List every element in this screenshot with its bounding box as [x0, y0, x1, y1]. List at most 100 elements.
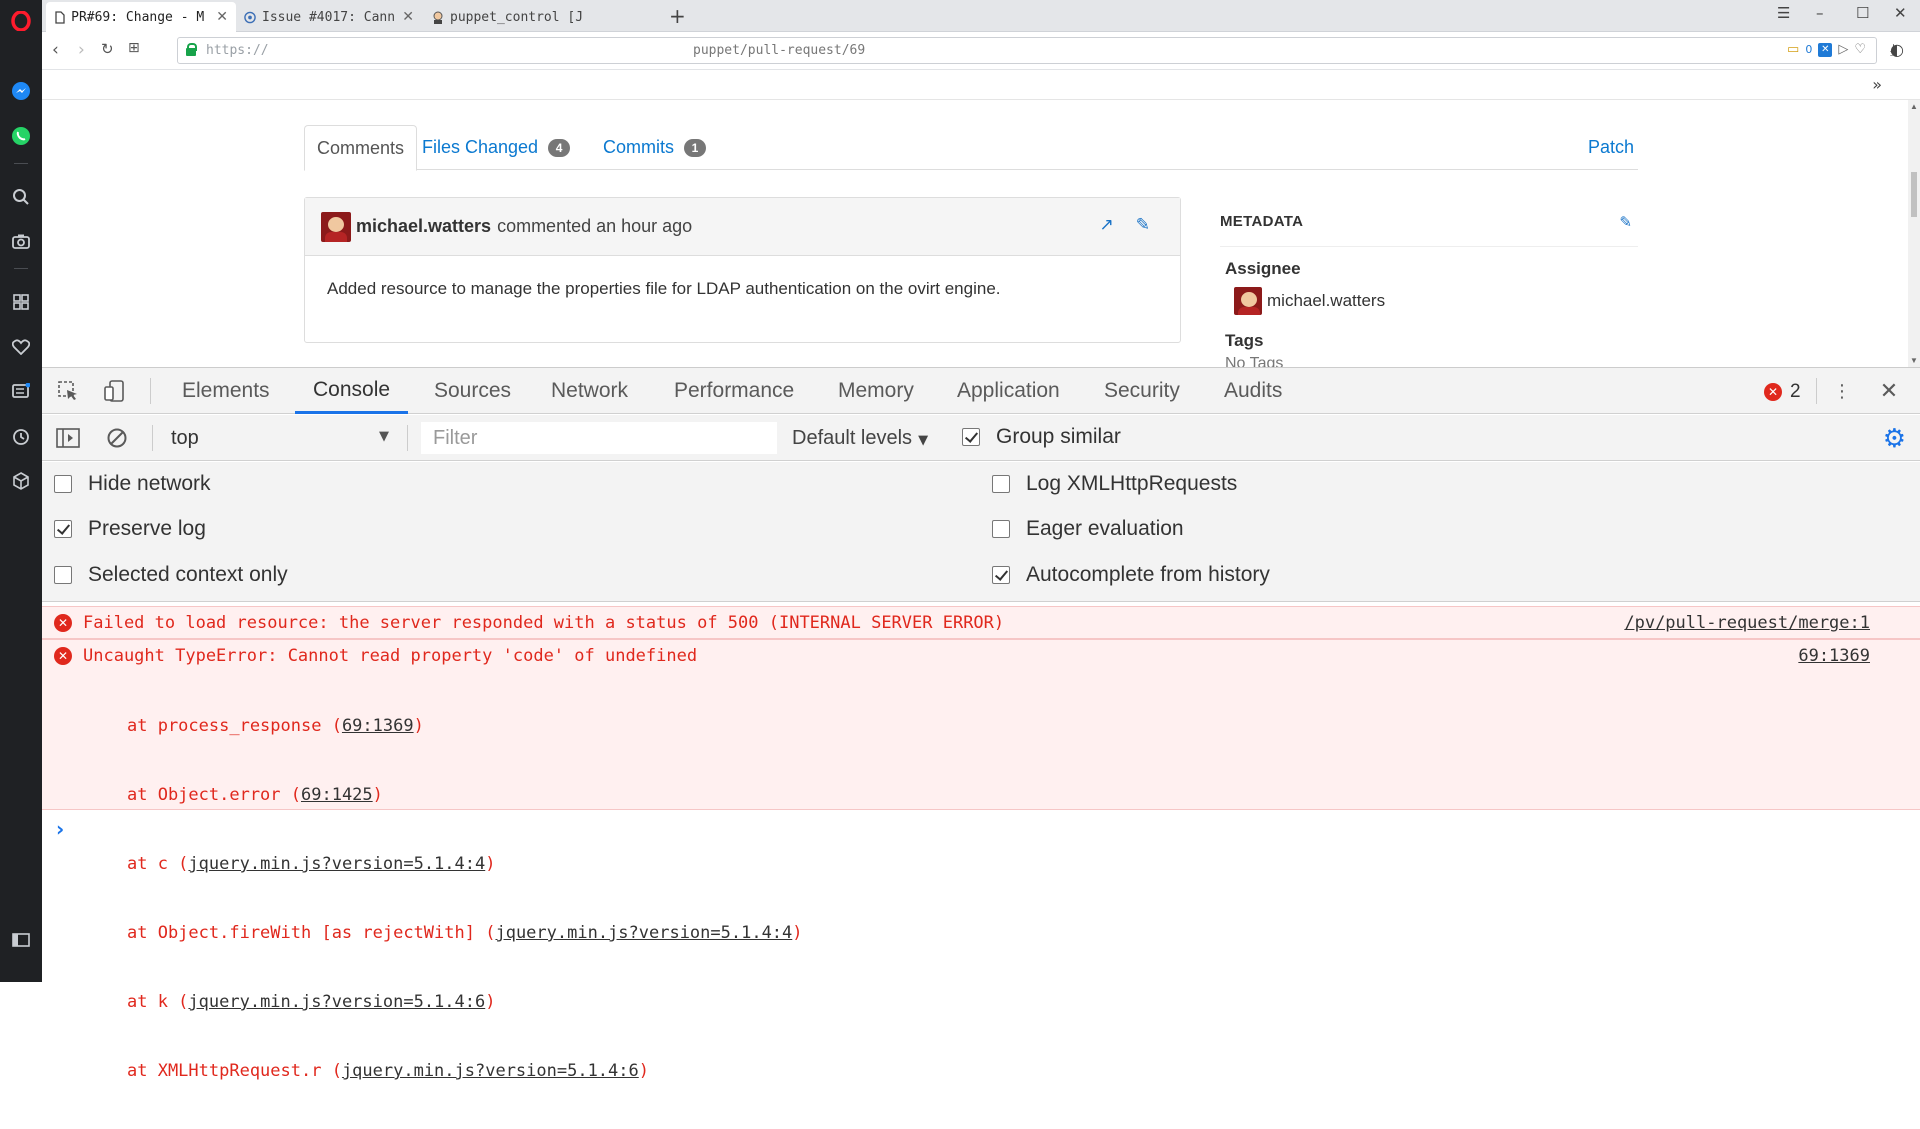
selected-context-only-option[interactable]: Selected context only [54, 563, 288, 587]
web-page: » Comments Files Changed 4 Commits 1 Pat… [42, 70, 1920, 367]
stack-frame-link[interactable]: jquery.min.js?version=5.1.4:4 [495, 923, 792, 943]
send-icon[interactable]: ▷ [1838, 42, 1848, 57]
inspect-element-icon[interactable] [56, 379, 80, 403]
group-similar-checkbox[interactable] [962, 428, 980, 446]
group-similar-label: Group similar [996, 425, 1121, 448]
assignee-name[interactable]: michael.watters [1267, 291, 1385, 311]
tab-commits[interactable]: Commits 1 [591, 125, 718, 170]
close-tab-icon[interactable]: ✕ [402, 9, 414, 25]
stack-frame-link[interactable]: 69:1369 [342, 716, 414, 736]
log-levels-dropdown[interactable]: Default levels ▼ [792, 427, 928, 450]
extensions-cube-icon[interactable] [9, 469, 33, 493]
devtools-tab-network[interactable]: Network [533, 368, 646, 414]
more-options-icon[interactable]: ⋮ [1830, 379, 1854, 403]
filter-input[interactable] [421, 422, 777, 454]
share-icon[interactable]: ↗ [1100, 215, 1114, 235]
clear-console-icon[interactable] [105, 426, 129, 450]
error-count: 2 [1790, 381, 1801, 402]
devtools-tab-audits[interactable]: Audits [1206, 368, 1300, 414]
autocomplete-history-option[interactable]: Autocomplete from history [992, 563, 1270, 587]
tab-comments[interactable]: Comments [304, 125, 418, 171]
sidebar-toggle-icon[interactable] [56, 426, 80, 450]
patch-link[interactable]: Patch [1588, 137, 1638, 158]
new-tab-button[interactable]: + [669, 4, 686, 28]
autocomplete-history-checkbox[interactable] [992, 566, 1010, 584]
close-devtools-icon[interactable]: ✕ [1877, 379, 1901, 404]
group-similar-option[interactable]: Group similar [962, 425, 1121, 449]
bookmark-heart-icon[interactable]: ♡ [1854, 42, 1866, 57]
heart-icon[interactable] [9, 335, 33, 359]
eager-evaluation-checkbox[interactable] [992, 520, 1010, 538]
log-xhr-option[interactable]: Log XMLHttpRequests [992, 472, 1237, 496]
sidebar-divider [14, 268, 28, 269]
error-source-link[interactable]: 69:1369 [1798, 646, 1870, 666]
browser-tab-pr69[interactable]: PR#69: Change - M ✕ [46, 2, 236, 32]
camera-icon[interactable] [9, 229, 33, 253]
search-icon[interactable] [9, 185, 33, 209]
context-selector[interactable]: top ▼ [163, 423, 395, 453]
chat-bubble-icon[interactable]: ▭ [1787, 42, 1799, 57]
stack-frame-link[interactable]: jquery.min.js?version=5.1.4:6 [342, 1061, 639, 1081]
document-icon [54, 10, 65, 24]
error-count-badge[interactable]: ✕ 2 [1764, 381, 1801, 403]
scroll-down-icon[interactable]: ▼ [1910, 356, 1918, 365]
close-window-icon[interactable]: ✕ [1894, 4, 1907, 22]
devtools-tab-application[interactable]: Application [939, 368, 1078, 414]
history-icon[interactable] [9, 425, 33, 449]
eager-evaluation-option[interactable]: Eager evaluation [992, 517, 1184, 541]
avatar[interactable] [321, 211, 351, 242]
devtools-tab-memory[interactable]: Memory [820, 368, 932, 414]
scroll-up-icon[interactable]: ▲ [1910, 102, 1918, 111]
devtools-tab-elements[interactable]: Elements [164, 368, 288, 414]
sidebar-toggle-icon[interactable] [9, 928, 33, 952]
tab-files-changed[interactable]: Files Changed 4 [410, 125, 582, 170]
files-count-badge: 4 [548, 138, 571, 157]
minimize-icon[interactable]: – [1816, 4, 1824, 22]
devtools-tab-security[interactable]: Security [1086, 368, 1198, 414]
console-prompt-icon[interactable]: › [56, 817, 64, 841]
forward-arrow-icon[interactable]: › [78, 40, 85, 60]
close-tab-icon[interactable]: ✕ [216, 9, 228, 25]
stack-frame-link[interactable]: jquery.min.js?version=5.1.4:4 [188, 854, 485, 874]
tab-menu-icon[interactable]: ☰ [1777, 4, 1790, 22]
device-toolbar-icon[interactable] [102, 379, 126, 403]
devtools-tab-sources[interactable]: Sources [416, 368, 529, 414]
browser-tab-puppet-control[interactable]: puppet_control [J [424, 2, 614, 32]
hide-network-checkbox[interactable] [54, 475, 72, 493]
stack-frame: at XMLHttpRequest.r (jquery.min.js?versi… [127, 1061, 649, 1081]
opera-logo-icon[interactable] [9, 9, 33, 33]
download-icon[interactable]: ⤓ [1890, 40, 1897, 60]
tags-value: No Tags [1225, 355, 1284, 367]
console-error-message: ✕ Uncaught TypeError: Cannot read proper… [42, 639, 1920, 1081]
reload-icon[interactable]: ↻ [101, 40, 114, 58]
whatsapp-icon[interactable] [9, 124, 33, 148]
browser-tab-issue[interactable]: Issue #4017: Cann ✕ [236, 2, 422, 32]
news-icon[interactable] [9, 379, 33, 403]
page-scrollbar[interactable]: ▲ ▼ [1908, 100, 1920, 367]
scrollbar-thumb[interactable] [1911, 172, 1917, 217]
devtools-tab-console[interactable]: Console [295, 368, 409, 414]
edit-pencil-icon[interactable]: ✎ [1136, 215, 1150, 235]
messenger-icon[interactable] [9, 79, 33, 103]
url-field[interactable]: https:// puppet/pull-request/69 ▭ 0 ✕ ▷ … [177, 37, 1877, 64]
back-arrow-icon[interactable]: ‹ [52, 40, 59, 60]
maximize-icon[interactable]: ☐ [1856, 4, 1869, 22]
tab-grid-icon[interactable]: ⊞ [128, 40, 140, 56]
log-xhr-checkbox[interactable] [992, 475, 1010, 493]
devtools-tab-performance[interactable]: Performance [656, 368, 812, 414]
preserve-log-checkbox[interactable] [54, 520, 72, 538]
selected-context-only-checkbox[interactable] [54, 566, 72, 584]
commits-count-badge: 1 [684, 138, 706, 157]
error-source-link[interactable]: /pv/pull-request/merge:1 [1624, 613, 1870, 633]
preserve-log-option[interactable]: Preserve log [54, 517, 206, 541]
ublock-icon[interactable]: ✕ [1818, 42, 1833, 57]
comment-author[interactable]: michael.watters [356, 216, 491, 237]
hide-network-option[interactable]: Hide network [54, 472, 211, 496]
expand-chevron-icon[interactable]: » [1872, 75, 1882, 94]
stack-frame-link[interactable]: jquery.min.js?version=5.1.4:6 [188, 992, 485, 1012]
edit-pencil-icon[interactable]: ✎ [1619, 213, 1632, 231]
console-settings-gear-icon[interactable]: ⚙ [1883, 424, 1906, 454]
speed-dial-icon[interactable] [9, 290, 33, 314]
stack-frame: at Object.fireWith [as rejectWith] (jque… [127, 923, 803, 943]
stack-frame-link[interactable]: 69:1425 [301, 785, 373, 805]
